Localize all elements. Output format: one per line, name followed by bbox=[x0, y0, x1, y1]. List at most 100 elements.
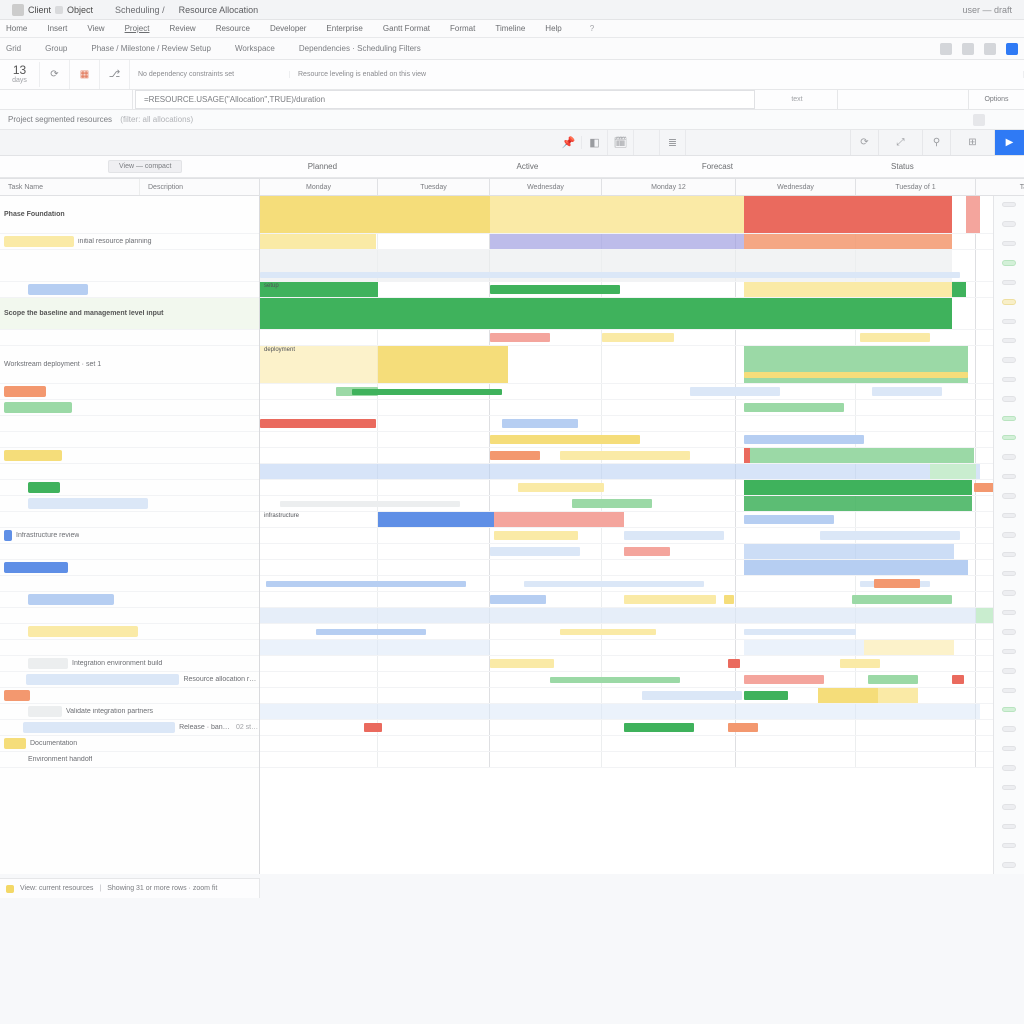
gantt-bar[interactable] bbox=[560, 629, 656, 635]
right-scroll-markers[interactable] bbox=[994, 196, 1024, 874]
ribbon-group-1[interactable]: Grid bbox=[6, 44, 21, 53]
task-row-label[interactable]: Integration environment build bbox=[0, 656, 259, 672]
scroll-marker[interactable] bbox=[1002, 824, 1016, 829]
gantt-bar[interactable] bbox=[260, 196, 490, 233]
gantt-bar[interactable] bbox=[602, 333, 674, 342]
gantt-bar[interactable] bbox=[868, 675, 918, 684]
document-title[interactable]: Resource Allocation bbox=[179, 5, 259, 15]
scroll-marker[interactable] bbox=[1002, 707, 1016, 712]
timeline-row[interactable] bbox=[260, 752, 993, 768]
task-row-label[interactable] bbox=[0, 512, 259, 528]
menu-gantt-format[interactable]: Gantt Format bbox=[383, 24, 430, 33]
color-icon[interactable]: ◧ bbox=[582, 130, 608, 155]
task-row-label[interactable] bbox=[0, 464, 259, 480]
task-row-label[interactable] bbox=[0, 624, 259, 640]
scroll-marker[interactable] bbox=[1002, 862, 1016, 867]
scroll-marker[interactable] bbox=[1002, 765, 1016, 770]
gantt-bar[interactable] bbox=[624, 531, 724, 540]
task-row-label[interactable] bbox=[0, 544, 259, 560]
menu-project[interactable]: Project bbox=[125, 24, 150, 33]
scroll-marker[interactable] bbox=[1002, 221, 1016, 226]
gantt-bar[interactable] bbox=[728, 659, 740, 668]
timeline-row[interactable]: deployment bbox=[260, 346, 993, 384]
gantt-bar[interactable] bbox=[860, 333, 930, 342]
timeline-row[interactable] bbox=[260, 656, 993, 672]
scroll-marker[interactable] bbox=[1002, 688, 1016, 693]
gantt-bar[interactable] bbox=[490, 234, 744, 249]
menu-home[interactable]: Home bbox=[6, 24, 27, 33]
gantt-bar[interactable] bbox=[624, 723, 694, 732]
gantt-bar[interactable] bbox=[490, 333, 550, 342]
gantt-bar[interactable] bbox=[572, 499, 652, 508]
gantt-bar[interactable] bbox=[864, 640, 954, 655]
task-row-label[interactable] bbox=[0, 560, 259, 576]
gantt-bar[interactable] bbox=[840, 659, 880, 668]
sync-icon[interactable]: ⟳ bbox=[850, 130, 878, 155]
day-header[interactable]: Wednesday bbox=[490, 179, 602, 195]
timeline-row[interactable] bbox=[260, 608, 993, 624]
gantt-bar[interactable] bbox=[490, 451, 540, 460]
scroll-marker[interactable] bbox=[1002, 804, 1016, 809]
gantt-bar[interactable] bbox=[728, 723, 758, 732]
help-icon[interactable]: ? bbox=[590, 24, 594, 33]
scroll-marker[interactable] bbox=[1002, 396, 1016, 401]
gantt-bar[interactable] bbox=[744, 282, 952, 297]
task-row-label[interactable] bbox=[0, 416, 259, 432]
grid-timeline-pane[interactable]: setup deployment infrastructure bbox=[260, 196, 994, 874]
gantt-bar[interactable] bbox=[260, 234, 376, 249]
gantt-bar[interactable] bbox=[744, 640, 864, 655]
gantt-bar[interactable] bbox=[490, 196, 744, 233]
timeline-row[interactable]: setup bbox=[260, 282, 993, 298]
formula-input[interactable] bbox=[135, 90, 755, 109]
ribbon-group-5[interactable]: Dependencies · Scheduling Filters bbox=[299, 44, 421, 53]
timeline-row[interactable] bbox=[260, 330, 993, 346]
task-row-label[interactable]: Scope the baseline and management level … bbox=[0, 298, 259, 330]
dropdown-icon[interactable] bbox=[55, 6, 63, 14]
gantt-bar[interactable] bbox=[874, 579, 920, 588]
pin-icon[interactable]: 📌 bbox=[556, 136, 582, 149]
scroll-marker[interactable] bbox=[1002, 629, 1016, 634]
gantt-bar[interactable] bbox=[976, 608, 994, 623]
scroll-marker[interactable] bbox=[1002, 843, 1016, 848]
gantt-bar[interactable] bbox=[878, 688, 918, 703]
task-row-label[interactable] bbox=[0, 448, 259, 464]
task-row-label[interactable] bbox=[0, 576, 259, 592]
menu-insert[interactable]: Insert bbox=[47, 24, 67, 33]
gantt-bar[interactable] bbox=[490, 595, 546, 604]
tab-status[interactable]: Status bbox=[842, 162, 962, 171]
timeline-row[interactable] bbox=[260, 704, 993, 720]
timeline-row[interactable] bbox=[260, 640, 993, 656]
timeline-row[interactable] bbox=[260, 480, 993, 496]
scroll-marker[interactable] bbox=[1002, 649, 1016, 654]
ribbon-icon-share[interactable] bbox=[1006, 43, 1018, 55]
scroll-marker[interactable] bbox=[1002, 785, 1016, 790]
day-header[interactable]: Tuesday bbox=[378, 179, 490, 195]
menu-view[interactable]: View bbox=[87, 24, 104, 33]
menu-enterprise[interactable]: Enterprise bbox=[326, 24, 362, 33]
timeline-row[interactable] bbox=[260, 736, 993, 752]
timeline-row[interactable] bbox=[260, 432, 993, 448]
task-row-label[interactable] bbox=[0, 384, 259, 400]
scroll-marker[interactable] bbox=[1002, 571, 1016, 576]
timeline-row[interactable] bbox=[260, 544, 993, 560]
tool-icon-branch[interactable]: ⎇ bbox=[100, 60, 130, 89]
gantt-bar[interactable] bbox=[364, 723, 382, 732]
scroll-marker[interactable] bbox=[1002, 299, 1016, 304]
scroll-marker[interactable] bbox=[1002, 668, 1016, 673]
task-row-label[interactable]: Documentation bbox=[0, 736, 259, 752]
gantt-bar[interactable] bbox=[560, 451, 690, 460]
task-row-label[interactable]: initial resource planning bbox=[0, 234, 259, 250]
scroll-marker[interactable] bbox=[1002, 241, 1016, 246]
gantt-bar[interactable] bbox=[260, 419, 376, 428]
gantt-bar[interactable] bbox=[502, 419, 578, 428]
task-row-label[interactable]: Resource allocation review bbox=[0, 672, 259, 688]
task-row-label[interactable]: Environment handoff bbox=[0, 752, 259, 768]
gantt-bar[interactable] bbox=[260, 464, 980, 479]
gantt-bar[interactable] bbox=[260, 704, 980, 719]
timeline-row[interactable]: infrastructure bbox=[260, 512, 993, 528]
scroll-marker[interactable] bbox=[1002, 726, 1016, 731]
gantt-bar[interactable] bbox=[744, 403, 844, 412]
gantt-bar[interactable] bbox=[260, 272, 960, 278]
task-row-label[interactable]: Validate integration partners bbox=[0, 704, 259, 720]
scroll-marker[interactable] bbox=[1002, 357, 1016, 362]
